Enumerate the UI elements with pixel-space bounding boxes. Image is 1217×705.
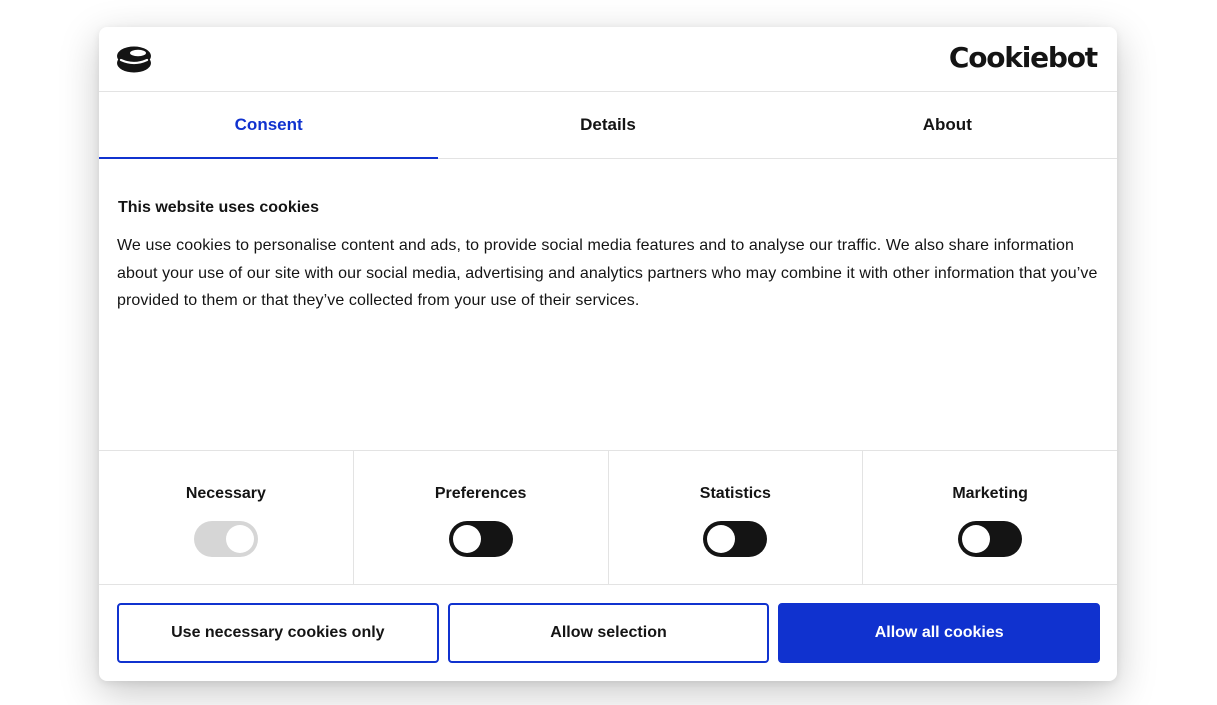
category-statistics: Statistics <box>609 451 864 584</box>
toggle-knob <box>962 525 991 553</box>
category-marketing: Marketing <box>863 451 1117 584</box>
toggle-knob <box>225 525 254 553</box>
allow-selection-button[interactable]: Allow selection <box>447 603 770 663</box>
allow-all-button[interactable]: Allow all cookies <box>778 603 1101 663</box>
consent-buttons: Use necessary cookies only Allow selecti… <box>117 603 1101 663</box>
category-preferences-label: Preferences <box>434 485 527 502</box>
preferences-toggle-switch[interactable] <box>448 521 513 557</box>
tab-details[interactable]: Details <box>438 92 777 158</box>
consent-body: This website uses cookies We use cookies… <box>117 198 1102 315</box>
category-preferences: Preferences <box>354 451 609 584</box>
marketing-toggle-switch[interactable] <box>958 521 1023 557</box>
cookie-category-toggles: Necessary Preferences Statistics Marketi… <box>99 450 1117 585</box>
dialog-header: Cookiebot <box>99 27 1117 92</box>
consent-description: We use cookies to personalise content an… <box>117 237 1098 309</box>
tab-consent[interactable]: Consent <box>99 92 439 159</box>
cookie-stack-icon <box>117 46 151 73</box>
necessary-only-button[interactable]: Use necessary cookies only <box>117 603 439 663</box>
category-statistics-label: Statistics <box>699 485 771 502</box>
cookiebot-logo-text: Cookiebot <box>948 41 1098 74</box>
toggle-knob <box>707 525 736 553</box>
tab-bar: Consent Details About <box>99 92 1117 159</box>
category-marketing-label: Marketing <box>952 485 1028 502</box>
statistics-toggle-switch[interactable] <box>703 521 768 557</box>
necessary-toggle-switch <box>193 521 258 557</box>
toggle-knob <box>452 525 481 553</box>
tab-about[interactable]: About <box>778 92 1117 158</box>
cookie-consent-dialog: Cookiebot Consent Details About This web… <box>99 27 1117 681</box>
category-necessary: Necessary <box>99 451 354 584</box>
consent-heading: This website uses cookies <box>118 199 319 216</box>
category-necessary-label: Necessary <box>185 485 266 502</box>
